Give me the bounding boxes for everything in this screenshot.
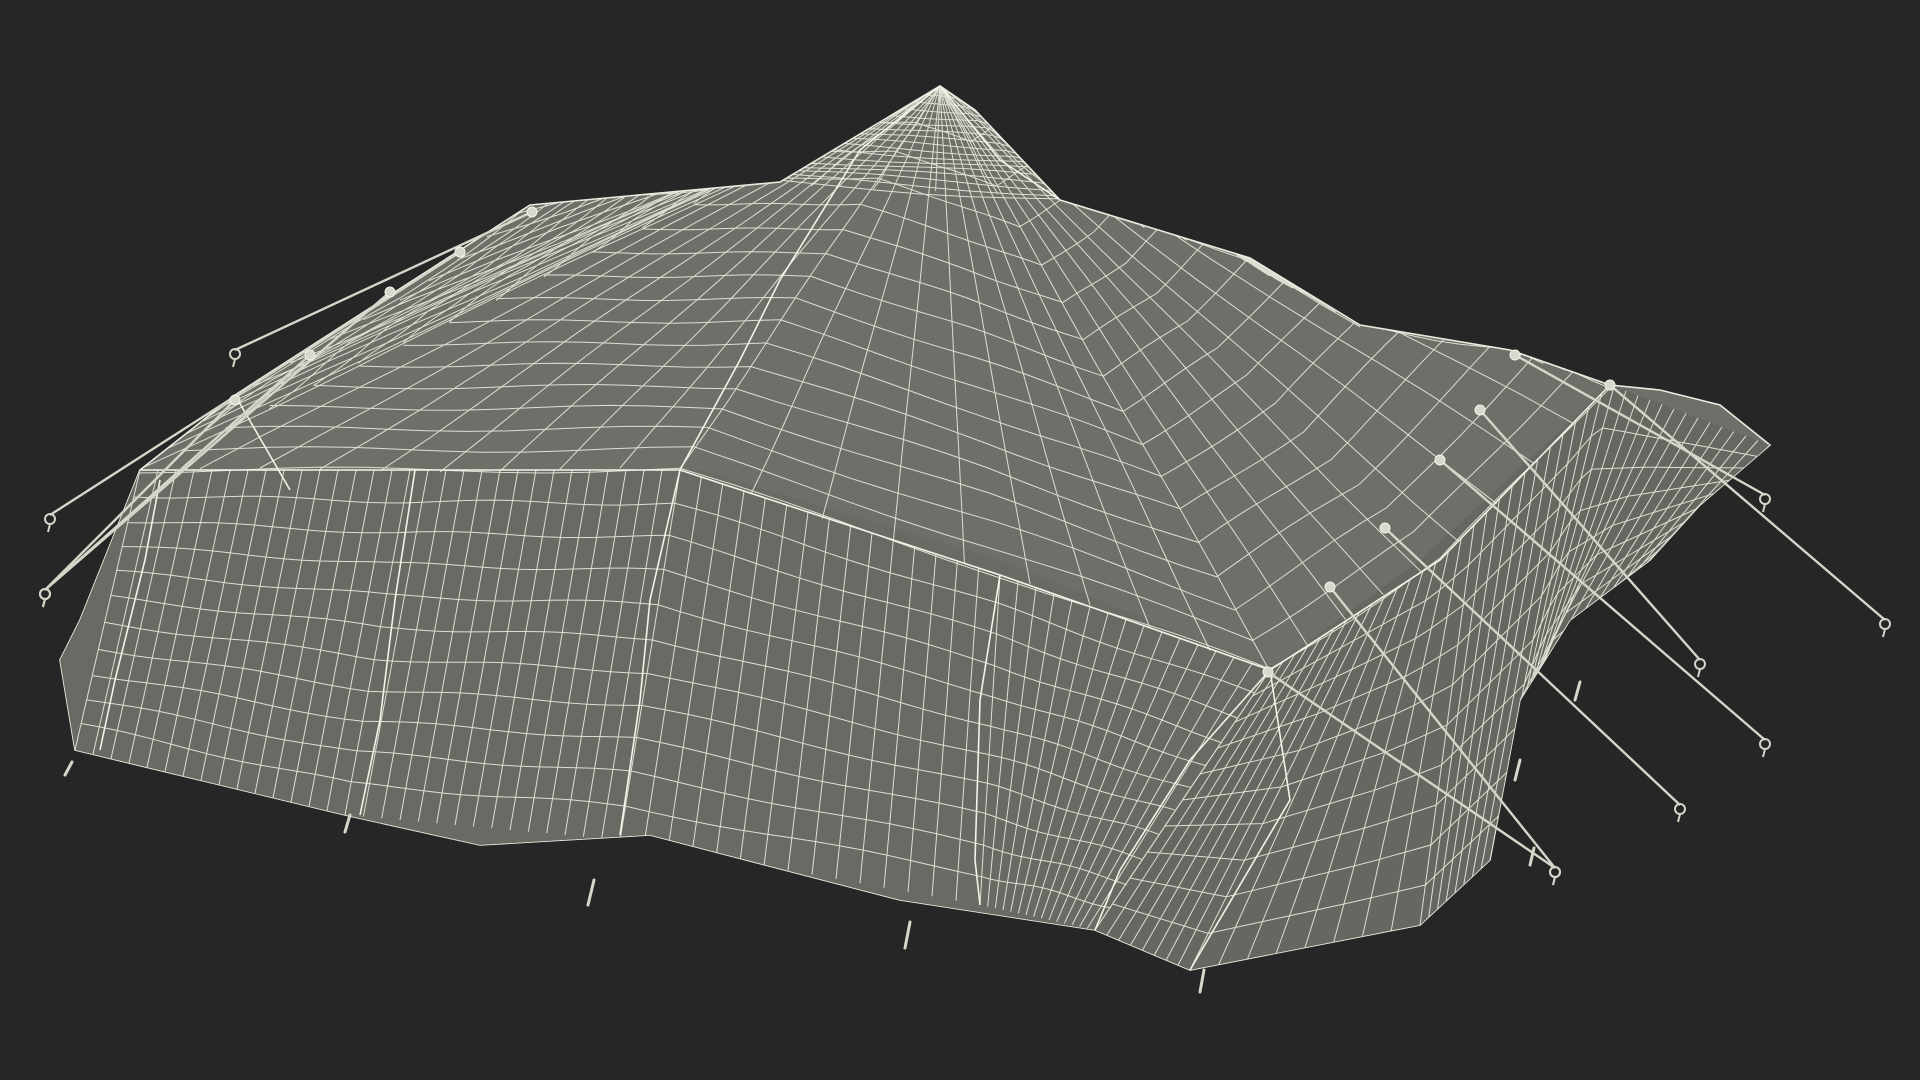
guy-rope-ring-stem — [1677, 813, 1681, 823]
ground-stake — [903, 920, 912, 950]
roof-pole-cap — [384, 286, 396, 298]
ground-stake — [1573, 680, 1582, 702]
guy-rope-ring-stem — [1552, 876, 1556, 886]
ground-stake — [586, 878, 596, 907]
roof-pole-cap — [304, 349, 316, 361]
roof-pole-cap — [1509, 349, 1521, 361]
guy-rope-ring-stem — [1762, 748, 1766, 758]
ground-stake — [1513, 758, 1522, 782]
roof-pole-cap — [1434, 454, 1446, 466]
guy-rope-ring-stem — [47, 523, 51, 533]
ground-stake — [343, 813, 352, 834]
guy-rope-ring-stem — [232, 358, 236, 368]
guy-rope-ring-stem — [1762, 503, 1766, 513]
roof-pole-cap — [1379, 522, 1391, 534]
guy-rope-ring — [1879, 618, 1891, 630]
guy-rope-ring — [1759, 493, 1771, 505]
render-viewport — [0, 0, 1920, 1080]
roof-pole-cap — [1604, 379, 1616, 391]
guy-rope-ring-stem — [42, 598, 46, 608]
guy-rope-ring — [1549, 866, 1561, 878]
guy-rope-ring — [44, 513, 56, 525]
guy-rope-ring-stem — [1882, 628, 1886, 638]
tent-wireframe-model — [39, 85, 1891, 994]
guy-rope-ring — [39, 588, 51, 600]
roof-pole-cap — [229, 394, 241, 406]
roof-pole-cap — [454, 246, 466, 258]
guy-rope-ring — [1759, 738, 1771, 750]
roof-pole-cap — [1324, 581, 1336, 593]
roof-pole-cap — [1262, 666, 1274, 678]
roof-pole-cap — [526, 206, 538, 218]
ground-stake — [63, 760, 74, 777]
guy-rope-ring — [229, 348, 241, 360]
roof-pole-cap — [1474, 404, 1486, 416]
ground-stake — [1198, 968, 1206, 994]
guy-rope-ring — [1674, 803, 1686, 815]
guy-rope-ring-stem — [1697, 668, 1701, 678]
guy-rope-ring — [1694, 658, 1706, 670]
